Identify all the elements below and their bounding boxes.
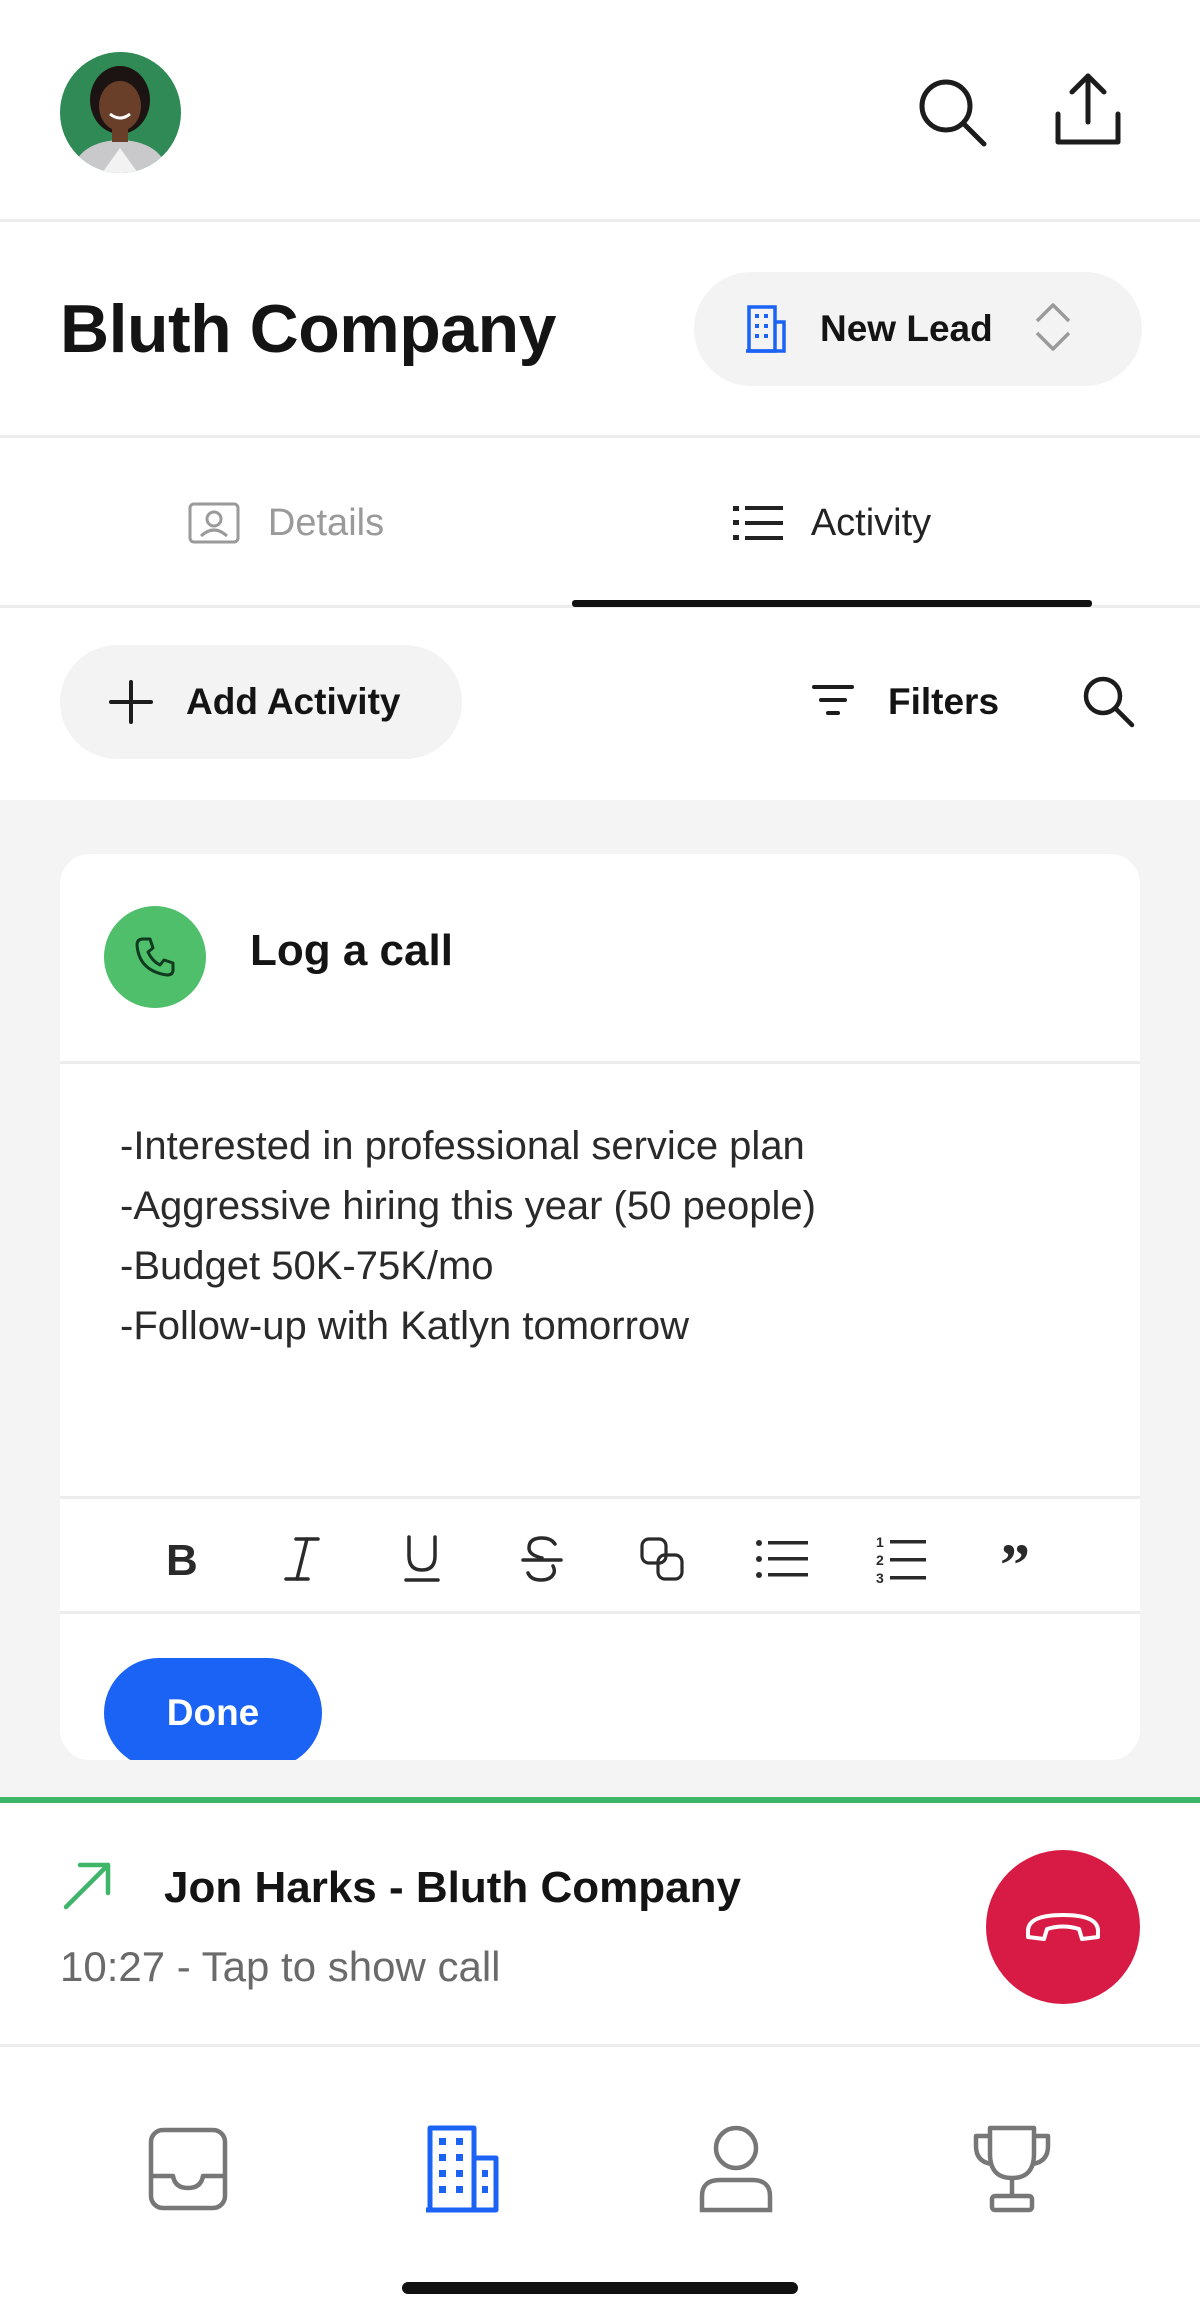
status-selector[interactable]: New Lead bbox=[694, 272, 1142, 386]
building-icon[interactable] bbox=[412, 2119, 512, 2219]
share-icon[interactable] bbox=[1046, 68, 1130, 152]
tab-bar: Details Activity bbox=[0, 438, 1200, 608]
svg-text:B: B bbox=[166, 1537, 198, 1581]
home-indicator bbox=[402, 2282, 798, 2294]
top-bar bbox=[0, 0, 1200, 222]
filters-button[interactable]: Filters bbox=[812, 645, 999, 759]
card-header: Log a call bbox=[60, 854, 1140, 1064]
hang-up-button[interactable] bbox=[986, 1850, 1140, 2004]
note-line: -Budget 50K-75K/mo bbox=[120, 1244, 494, 1288]
contact-card-icon bbox=[188, 502, 240, 544]
svg-text:1: 1 bbox=[876, 1534, 884, 1550]
link-icon[interactable] bbox=[632, 1529, 692, 1589]
strikethrough-icon[interactable] bbox=[512, 1529, 572, 1589]
activity-feed: Log a call -Interested in professional s… bbox=[0, 800, 1200, 1800]
note-line: -Interested in professional service plan bbox=[120, 1124, 805, 1168]
call-status: 10:27 - Tap to show call bbox=[60, 1943, 501, 1990]
underline-icon[interactable] bbox=[392, 1529, 452, 1589]
hang-up-phone-icon bbox=[1026, 1913, 1100, 1941]
bullet-list-icon[interactable] bbox=[752, 1529, 812, 1589]
list-icon bbox=[732, 504, 783, 542]
status-label: New Lead bbox=[820, 308, 993, 349]
add-activity-button[interactable]: Add Activity bbox=[60, 645, 462, 759]
building-icon bbox=[744, 304, 788, 354]
card-title: Log a call bbox=[250, 926, 453, 975]
call-title: Jon Harks - Bluth Company bbox=[164, 1863, 741, 1912]
done-button[interactable]: Done bbox=[104, 1658, 322, 1760]
avatar[interactable] bbox=[60, 52, 181, 173]
formatting-toolbar: B 1 2 3 ” bbox=[60, 1496, 1140, 1614]
phone-icon bbox=[104, 906, 206, 1008]
chevron-updown-icon bbox=[1033, 301, 1073, 358]
svg-text:3: 3 bbox=[876, 1570, 884, 1585]
log-call-card: Log a call -Interested in professional s… bbox=[60, 854, 1140, 1760]
quote-icon[interactable]: ” bbox=[992, 1529, 1052, 1589]
svg-text:”: ” bbox=[1000, 1539, 1030, 1579]
svg-text:2: 2 bbox=[876, 1552, 884, 1568]
note-line: -Aggressive hiring this year (50 people) bbox=[120, 1184, 816, 1228]
inbox-icon[interactable] bbox=[138, 2119, 238, 2219]
bottom-navigation bbox=[0, 2047, 1200, 2313]
activity-search-icon[interactable] bbox=[1080, 673, 1136, 734]
search-icon[interactable] bbox=[910, 70, 994, 154]
tab-details[interactable]: Details bbox=[0, 438, 572, 608]
filter-icon bbox=[812, 683, 854, 722]
bold-icon[interactable]: B bbox=[152, 1529, 212, 1589]
note-line: -Follow-up with Katlyn tomorrow bbox=[120, 1304, 690, 1348]
numbered-list-icon[interactable]: 1 2 3 bbox=[872, 1529, 932, 1589]
tab-activity-label: Activity bbox=[810, 501, 932, 544]
tab-activity[interactable]: Activity bbox=[572, 438, 1092, 608]
notes-editor[interactable]: -Interested in professional service plan… bbox=[120, 1116, 1080, 1356]
active-tab-indicator bbox=[572, 600, 1092, 607]
trophy-icon[interactable] bbox=[962, 2119, 1062, 2219]
page-title: Bluth Company bbox=[60, 291, 556, 367]
plus-icon bbox=[108, 679, 154, 725]
add-activity-label: Add Activity bbox=[186, 681, 401, 722]
tab-details-label: Details bbox=[267, 501, 385, 544]
italic-icon[interactable] bbox=[272, 1529, 332, 1589]
company-header: Bluth Company New Lead bbox=[0, 222, 1200, 438]
outgoing-call-arrow-icon bbox=[60, 1859, 114, 1918]
active-call-bar[interactable]: Jon Harks - Bluth Company 10:27 - Tap to… bbox=[0, 1797, 1200, 2047]
person-icon[interactable] bbox=[686, 2119, 786, 2219]
filters-label: Filters bbox=[888, 681, 1000, 722]
activity-toolbar: Add Activity Filters bbox=[0, 611, 1200, 800]
